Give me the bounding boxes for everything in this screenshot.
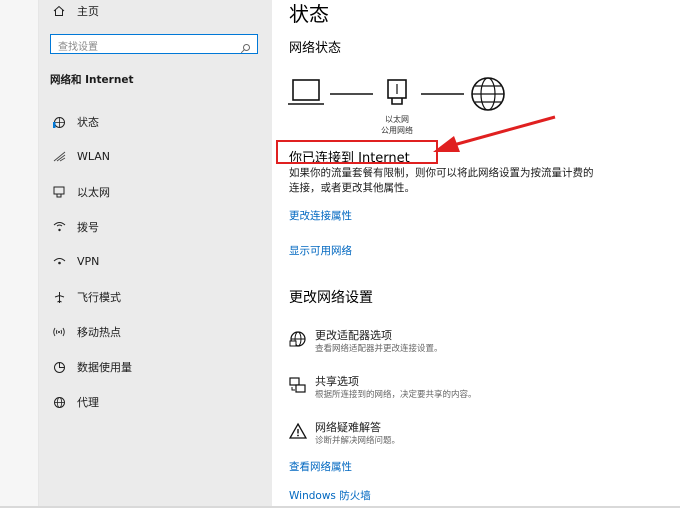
sidebar-item-label: 移动热点 xyxy=(77,326,121,339)
ethernet-icon xyxy=(51,185,67,199)
ethernet-port-icon xyxy=(387,79,407,105)
change-network-settings-heading: 更改网络设置 xyxy=(289,290,373,306)
sidebar-item-label: VPN xyxy=(77,254,100,268)
network-troubleshooter-item[interactable]: 网络疑难解答 诊断并解决网络问题。 xyxy=(288,421,401,447)
data-usage-icon xyxy=(51,360,67,374)
airplane-icon xyxy=(51,290,67,304)
network-status-heading: 网络状态 xyxy=(289,41,342,56)
sidebar-item-label: 以太网 xyxy=(77,186,110,199)
sidebar-item-hotspot[interactable]: 移动热点 xyxy=(51,324,121,340)
search-input[interactable] xyxy=(51,39,228,56)
change-connection-properties-link[interactable]: 更改连接属性 xyxy=(289,208,352,223)
sidebar-item-label: 主页 xyxy=(77,5,99,18)
sidebar-item-label: 拨号 xyxy=(77,221,99,234)
sidebar-item-label: 状态 xyxy=(77,116,99,129)
proxy-globe-icon xyxy=(51,395,67,409)
sidebar-item-label: 飞行模式 xyxy=(77,291,121,304)
adapter-options-item[interactable]: 更改适配器选项 查看网络适配器并更改连接设置。 xyxy=(289,329,443,355)
adapter-globe-icon xyxy=(289,330,307,348)
search-box[interactable] xyxy=(50,34,258,56)
option-title: 共享选项 xyxy=(315,375,359,388)
sidebar-item-data-usage[interactable]: 数据使用量 xyxy=(51,359,132,375)
sidebar-item-label: WLAN xyxy=(77,149,111,163)
red-arrow-annotation xyxy=(433,115,556,152)
outer-left-strip xyxy=(0,0,39,508)
connection-description: 如果你的流量套餐有限制，则你可以将此网络设置为按流量计费的连接，或者更改其他属性… xyxy=(289,167,594,194)
sidebar-item-airplane[interactable]: 飞行模式 xyxy=(51,289,121,305)
ethernet-label: 以太网 公用网络 xyxy=(381,115,413,135)
dialup-icon xyxy=(51,220,67,234)
globe-icon xyxy=(471,77,505,111)
option-desc: 根据所连接到的网络，决定要共享的内容。 xyxy=(315,390,477,400)
sidebar-item-status[interactable]: 状态 xyxy=(51,114,99,130)
view-network-properties-link[interactable]: 查看网络属性 xyxy=(289,459,352,474)
laptop-icon xyxy=(288,79,324,105)
option-desc: 查看网络适配器并更改连接设置。 xyxy=(315,344,443,354)
option-desc: 诊断并解决网络问题。 xyxy=(315,436,401,446)
windows-firewall-link[interactable]: Windows 防火墙 xyxy=(289,488,371,503)
show-available-networks-link[interactable]: 显示可用网络 xyxy=(289,243,352,258)
home-globe-icon xyxy=(51,115,67,129)
home-icon xyxy=(51,4,67,18)
sidebar-item-wlan[interactable]: WLAN xyxy=(51,149,110,163)
sidebar-item-home[interactable]: 主页 xyxy=(51,3,99,19)
highlight-annotation-box xyxy=(276,140,438,164)
search-icon[interactable] xyxy=(240,39,251,58)
vpn-icon xyxy=(51,254,67,268)
sharing-icon xyxy=(289,376,307,394)
main-content: 状态 网络状态 以太网 公用网络 你已连接到 Internet 如果你的流量套餐… xyxy=(272,0,680,508)
page-title: 状态 xyxy=(289,2,329,26)
wifi-icon xyxy=(51,149,67,163)
warning-icon xyxy=(288,422,308,440)
sharing-options-item[interactable]: 共享选项 根据所连接到的网络，决定要共享的内容。 xyxy=(289,375,477,401)
sidebar: 主页 网络和 Internet 状态 WLAN 以太网 拨号 xyxy=(39,0,272,508)
sidebar-item-dialup[interactable]: 拨号 xyxy=(51,219,99,235)
section-title: 网络和 Internet xyxy=(50,74,134,86)
sidebar-item-label: 数据使用量 xyxy=(77,361,132,374)
sidebar-item-label: 代理 xyxy=(77,396,99,409)
option-title: 网络疑难解答 xyxy=(315,421,381,434)
option-title: 更改适配器选项 xyxy=(315,329,392,342)
hotspot-icon xyxy=(51,325,67,339)
sidebar-item-ethernet[interactable]: 以太网 xyxy=(51,184,110,200)
sidebar-item-proxy[interactable]: 代理 xyxy=(51,394,99,410)
sidebar-item-vpn[interactable]: VPN xyxy=(51,254,99,268)
